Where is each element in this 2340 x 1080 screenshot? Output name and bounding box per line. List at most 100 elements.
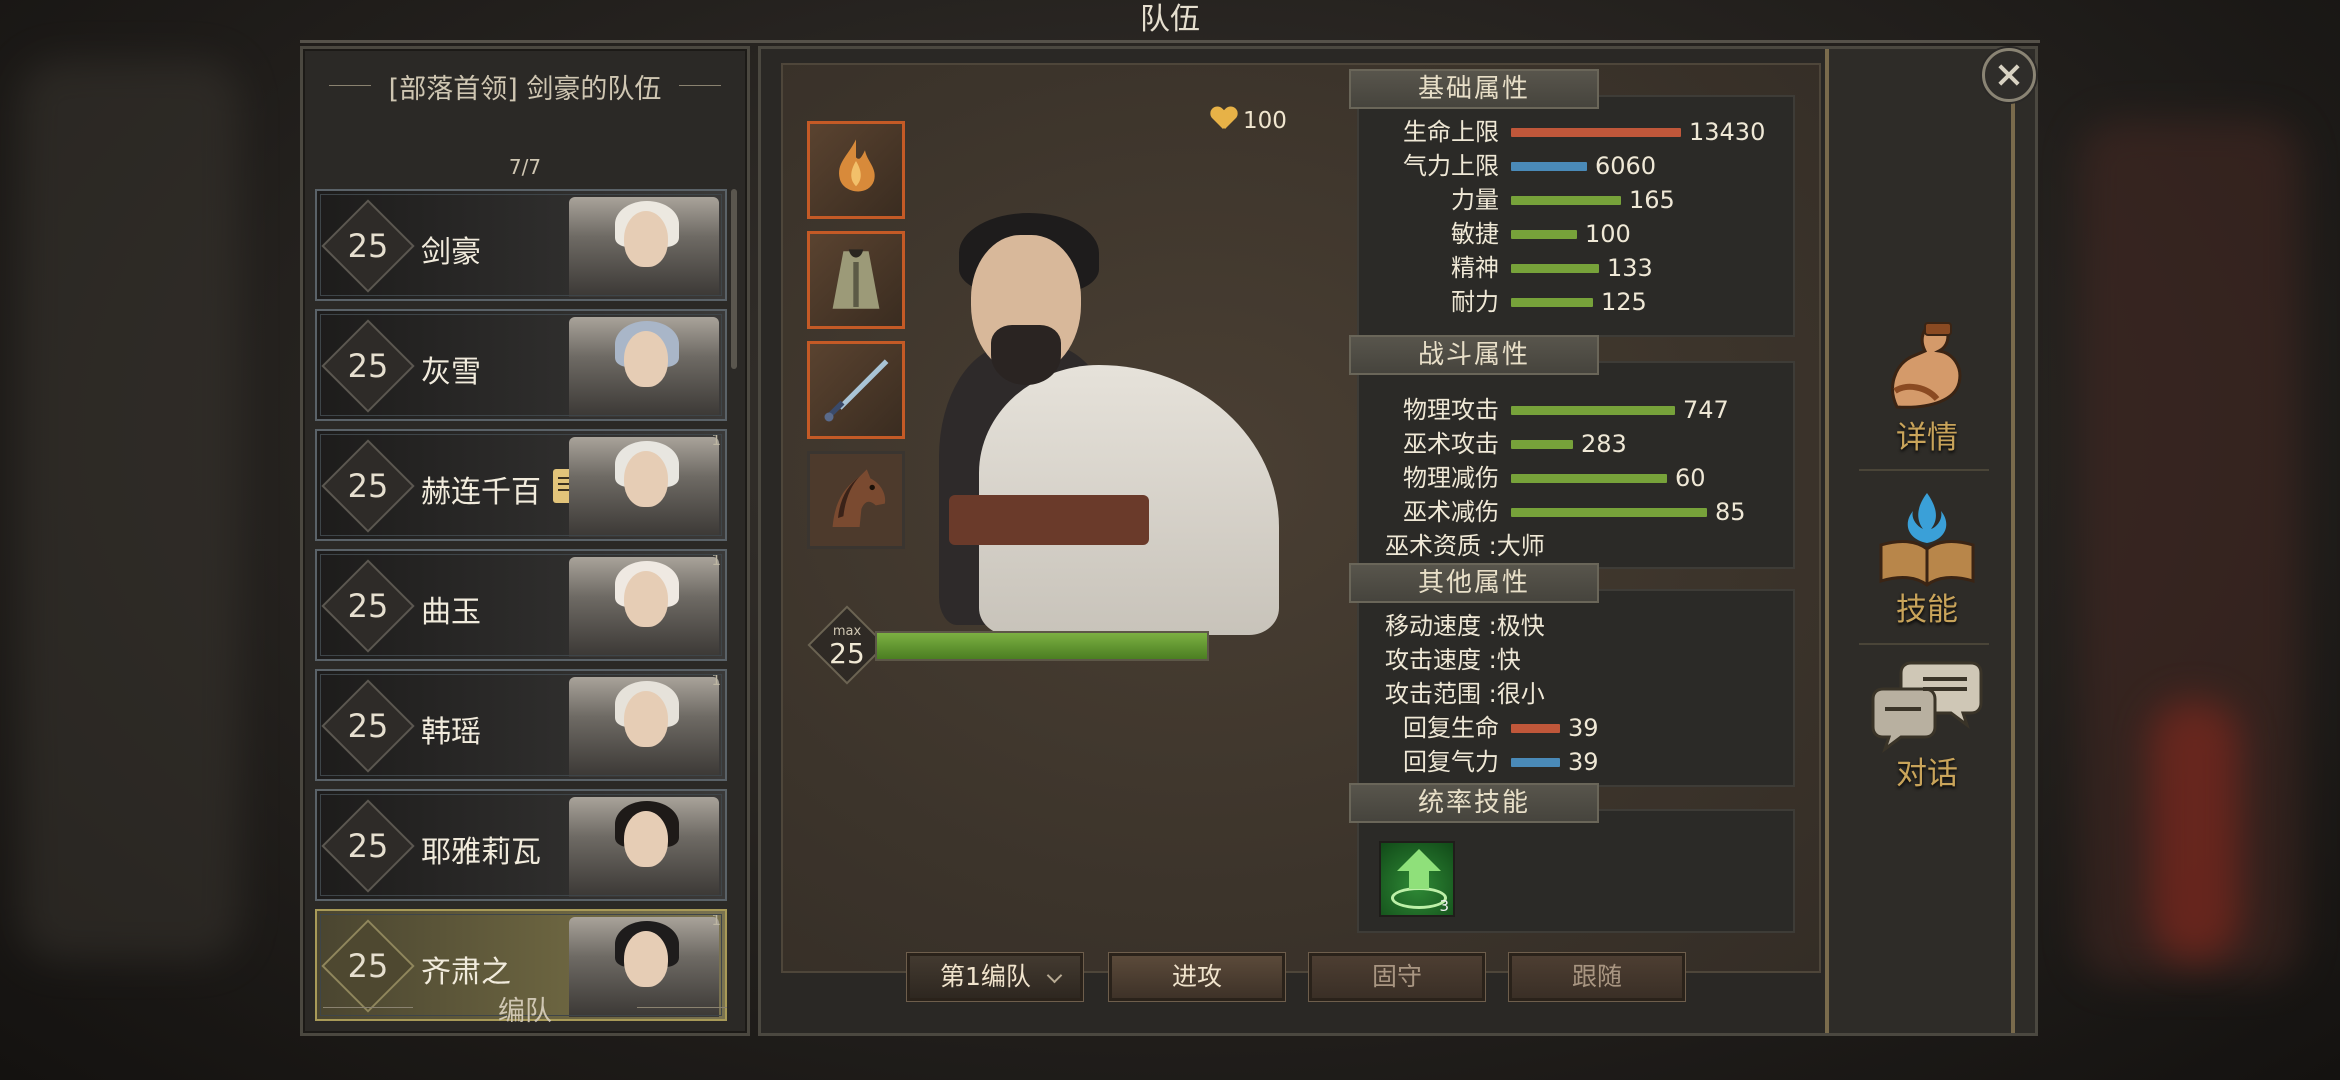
member-level: 25 [347,587,389,625]
attribute-row: 回复生命 39 [1359,711,1599,745]
member-list: 25 剑豪 25 灰雪 25 赫连千百 1 25 曲玉 1 25 韩瑶 1 25 耶雅莉瓦 25 齐肃之 1 [315,189,727,1029]
team-count: 7/7 [508,155,542,179]
formation-label[interactable]: 编队 [303,989,747,1028]
tab-dialogue-label: 对话 [1896,756,1958,792]
affinity-display: 100 [1211,107,1287,134]
tab-details[interactable]: 详情 [1867,317,1987,457]
basic-attributes-title: 基础属性 [1349,69,1599,109]
attribute-bar [1511,196,1621,205]
member-level: 25 [347,467,389,505]
attribute-row: 精神 133 [1359,251,1653,285]
sorcery-aptitude: 巫术资质 :大师 [1385,532,1545,560]
attribute-row: 气力上限 6060 [1359,149,1656,183]
tab-skills[interactable]: 技能 [1867,489,1987,629]
attribute-bar [1511,264,1599,273]
attribute-label: 物理减伤 [1403,464,1499,492]
attribute-label: 生命上限 [1403,118,1499,146]
member-name: 耶雅莉瓦 [421,835,541,870]
leadership-skill-panel: 统率技能 3 [1349,783,1795,933]
attribute-value: 125 [1601,288,1647,316]
member-card[interactable]: 25 剑豪 [315,189,727,301]
member-level: 25 [347,227,389,265]
attribute-bar [1511,230,1577,239]
attribute-value: 100 [1585,220,1631,248]
attribute-label: 耐力 [1451,288,1499,316]
attribute-row: 耐力 125 [1359,285,1647,319]
attribute-row: 物理攻击 747 [1359,393,1729,427]
attribute-bar [1511,758,1560,767]
skill-count: 3 [1439,897,1449,915]
team-title: [部落首领] 剑豪的队伍 [303,67,747,106]
character-detail-area: 100 max 25 基础属性 生命上限 13430 气力上限 6060 力量 165 敏捷… [781,63,1821,973]
member-portrait [569,197,719,297]
attribute-value: 13430 [1689,118,1766,146]
member-card[interactable]: 25 韩瑶 1 [315,669,727,781]
attribute-bar [1511,128,1681,137]
attribute-value: 39 [1568,748,1599,776]
member-level: 25 [347,827,389,865]
member-name: 剑豪 [421,235,481,270]
title-divider [300,40,2040,43]
member-corner-tag: 1 [711,431,721,449]
member-name: 曲玉 [421,595,481,630]
affinity-value: 100 [1243,108,1287,134]
attribute-bar [1511,298,1593,307]
attribute-row: 巫术攻击 283 [1359,427,1627,461]
attribute-value: 283 [1581,430,1627,458]
member-card[interactable]: 25 赫连千百 1 [315,429,727,541]
tab-dialogue[interactable]: 对话 [1867,653,1987,793]
experience-bar [875,631,1209,661]
attribute-label: 物理攻击 [1403,396,1499,424]
member-card[interactable]: 25 耶雅莉瓦 [315,789,727,901]
move-speed: 移动速度 :极快 [1385,612,1545,640]
speech-bubbles-icon [1871,661,1983,754]
attribute-value: 747 [1683,396,1729,424]
attribute-row: 生命上限 13430 [1359,115,1765,149]
attribute-row: 力量 165 [1359,183,1675,217]
attribute-row: 巫术减伤 85 [1359,495,1746,529]
attribute-value: 85 [1715,498,1746,526]
hero-portrait [879,175,1279,635]
attack-button[interactable]: 进攻 [1108,952,1286,1002]
attribute-label: 巫术减伤 [1403,498,1499,526]
member-corner-tag: 1 [711,911,721,929]
attribute-bar [1511,406,1675,415]
formation-select[interactable]: 第1编队 [906,952,1084,1002]
attribute-row: 敏捷 100 [1359,217,1631,251]
tab-strip: 详情 技能 对话 [1825,49,2035,1033]
muscle-arm-icon [1891,322,1962,409]
close-button[interactable] [1982,48,2036,102]
experience-fill [877,633,1207,659]
character-panel: 100 max 25 基础属性 生命上限 13430 气力上限 6060 力量 165 敏捷… [758,46,2038,1036]
member-name: 齐肃之 [421,955,511,990]
member-portrait [569,677,719,777]
flaming-book-icon [1879,493,1975,587]
attribute-value: 133 [1607,254,1653,282]
leadership-skill-slot[interactable]: 3 [1379,841,1455,917]
leadership-skill-title: 统率技能 [1349,783,1599,823]
tab-details-label: 详情 [1896,420,1958,456]
member-list-scrollbar[interactable] [731,189,737,369]
member-corner-tag: 1 [711,671,721,689]
member-card[interactable]: 25 灰雪 [315,309,727,421]
window-title: 队伍 [1140,2,1200,37]
member-card[interactable]: 25 曲玉 1 [315,549,727,661]
attribute-label: 回复生命 [1403,714,1499,742]
follow-button[interactable]: 跟随 [1508,952,1686,1002]
attribute-bar [1511,474,1667,483]
heart-icon [1211,107,1237,131]
member-portrait [569,557,719,657]
attribute-row: 物理减伤 60 [1359,461,1706,495]
formation-select-value: 第1编队 [940,962,1031,991]
attribute-bar [1511,508,1707,517]
member-level: 25 [347,707,389,745]
attribute-value: 39 [1568,714,1599,742]
combat-attributes-title: 战斗属性 [1349,335,1599,375]
attribute-label: 敏捷 [1451,220,1499,248]
member-name: 灰雪 [421,355,481,390]
combat-attributes-panel: 战斗属性 物理攻击 747 巫术攻击 283 物理减伤 60 巫术减伤 85 巫术资质 :大师 [1349,335,1795,569]
other-attributes-panel: 其他属性 移动速度 :极快 攻击速度 :快 攻击范围 :很小 回复生命 39 回复气… [1349,563,1795,787]
attribute-value: 60 [1675,464,1706,492]
attribute-label: 力量 [1451,186,1499,214]
defend-button[interactable]: 固守 [1308,952,1486,1002]
